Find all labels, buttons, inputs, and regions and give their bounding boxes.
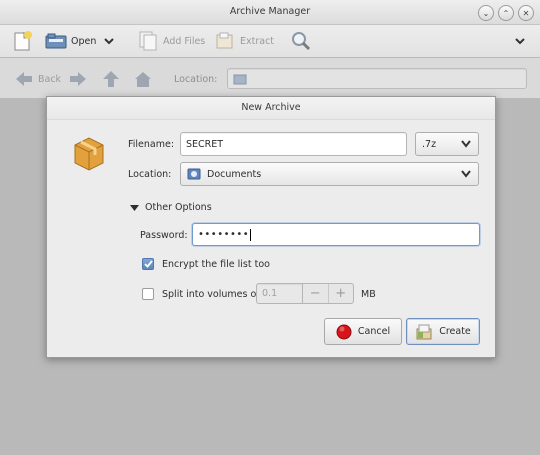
extension-select[interactable]: .7z — [415, 132, 479, 156]
filename-label: Filename: — [128, 139, 175, 150]
close-icon: ✕ — [522, 8, 530, 18]
split-size-input[interactable]: 0.1 — [256, 283, 302, 304]
location-input[interactable] — [227, 68, 527, 89]
maximize-button[interactable]: ⌃ — [498, 5, 514, 21]
open-dropdown-button[interactable] — [103, 29, 115, 53]
window-titlebar: Archive Manager ⌄ ⌃ ✕ — [0, 0, 540, 25]
folder-open-icon — [45, 33, 67, 49]
minimize-button[interactable]: ⌄ — [478, 5, 494, 21]
location-select[interactable]: Documents — [180, 162, 479, 186]
open-label: Open — [71, 35, 97, 47]
split-checkbox-box[interactable] — [142, 288, 154, 300]
split-size-value: 0.1 — [262, 288, 278, 299]
create-archive-icon — [416, 324, 432, 339]
other-options-label: Other Options — [145, 202, 212, 213]
triangle-down-icon — [130, 204, 139, 211]
password-value: •••••••• — [198, 229, 250, 240]
filename-input[interactable]: SECRET — [180, 132, 407, 156]
archive-icon — [74, 137, 104, 171]
split-size-stepper: − + — [302, 283, 354, 304]
up-button[interactable] — [101, 67, 121, 91]
password-input[interactable]: •••••••• — [192, 223, 480, 246]
increment-button[interactable]: + — [329, 284, 354, 303]
open-button[interactable]: Open — [45, 29, 96, 53]
extract-button[interactable]: Extract — [214, 29, 274, 53]
new-archive-icon — [14, 31, 32, 51]
navigation-bar: Back Location: — [0, 58, 540, 98]
minus-icon: − — [309, 286, 321, 301]
split-unit-label: MB — [361, 289, 376, 300]
close-button[interactable]: ✕ — [518, 5, 534, 21]
search-icon — [292, 32, 311, 51]
window-title: Archive Manager — [229, 6, 311, 17]
dialog-title: New Archive — [47, 97, 495, 120]
cancel-label: Cancel — [357, 326, 391, 337]
create-button[interactable]: Create — [406, 318, 480, 345]
toolbar: Open Add Files Extract — [0, 25, 540, 57]
cancel-icon — [336, 324, 352, 339]
documents-folder-icon — [187, 168, 201, 180]
folder-icon — [233, 74, 247, 84]
home-icon — [135, 72, 151, 87]
location-value: Documents — [207, 168, 262, 180]
split-label: Split into volumes of — [162, 288, 260, 300]
arrow-left-icon — [16, 72, 32, 86]
encrypt-label: Encrypt the file list too — [162, 258, 270, 270]
checkmark-icon — [143, 260, 153, 268]
chevron-down-icon — [461, 140, 471, 148]
home-button[interactable] — [133, 67, 153, 91]
maximize-icon: ⌃ — [502, 8, 510, 18]
add-files-icon — [139, 31, 157, 51]
location-label: Location: — [128, 169, 172, 180]
minimize-icon: ⌄ — [482, 8, 490, 18]
encrypt-file-list-checkbox[interactable]: Encrypt the file list too — [142, 258, 270, 270]
back-label: Back — [38, 73, 62, 85]
extension-value: .7z — [422, 138, 437, 150]
chevron-down-icon — [515, 38, 525, 45]
location-option: Documents — [187, 167, 261, 181]
encrypt-checkbox-box[interactable] — [142, 258, 154, 270]
menu-button[interactable] — [514, 29, 526, 53]
password-label: Password: — [140, 230, 188, 241]
cancel-button[interactable]: Cancel — [324, 318, 402, 345]
create-label: Create — [439, 326, 471, 337]
extract-label: Extract — [240, 35, 275, 47]
extract-icon — [216, 32, 233, 49]
back-button[interactable]: Back — [14, 67, 61, 91]
new-button[interactable] — [13, 29, 33, 53]
find-button[interactable] — [290, 29, 312, 53]
add-files-button[interactable]: Add Files — [137, 29, 205, 53]
text-cursor — [250, 228, 252, 241]
add-files-label: Add Files — [163, 35, 206, 47]
arrow-up-icon — [103, 71, 119, 87]
chevron-down-icon — [461, 170, 471, 178]
decrement-button[interactable]: − — [303, 284, 329, 303]
split-volumes-checkbox[interactable]: Split into volumes of — [142, 288, 260, 300]
location-label: Location: — [174, 74, 218, 85]
new-archive-dialog: New Archive Filename: SECRET .7z Locatio… — [46, 96, 496, 358]
other-options-expander[interactable]: Other Options — [130, 202, 212, 213]
arrow-right-icon — [70, 72, 86, 86]
chevron-down-icon — [104, 38, 114, 45]
plus-icon: + — [335, 286, 347, 301]
filename-value: SECRET — [186, 138, 224, 150]
forward-button[interactable] — [68, 67, 88, 91]
